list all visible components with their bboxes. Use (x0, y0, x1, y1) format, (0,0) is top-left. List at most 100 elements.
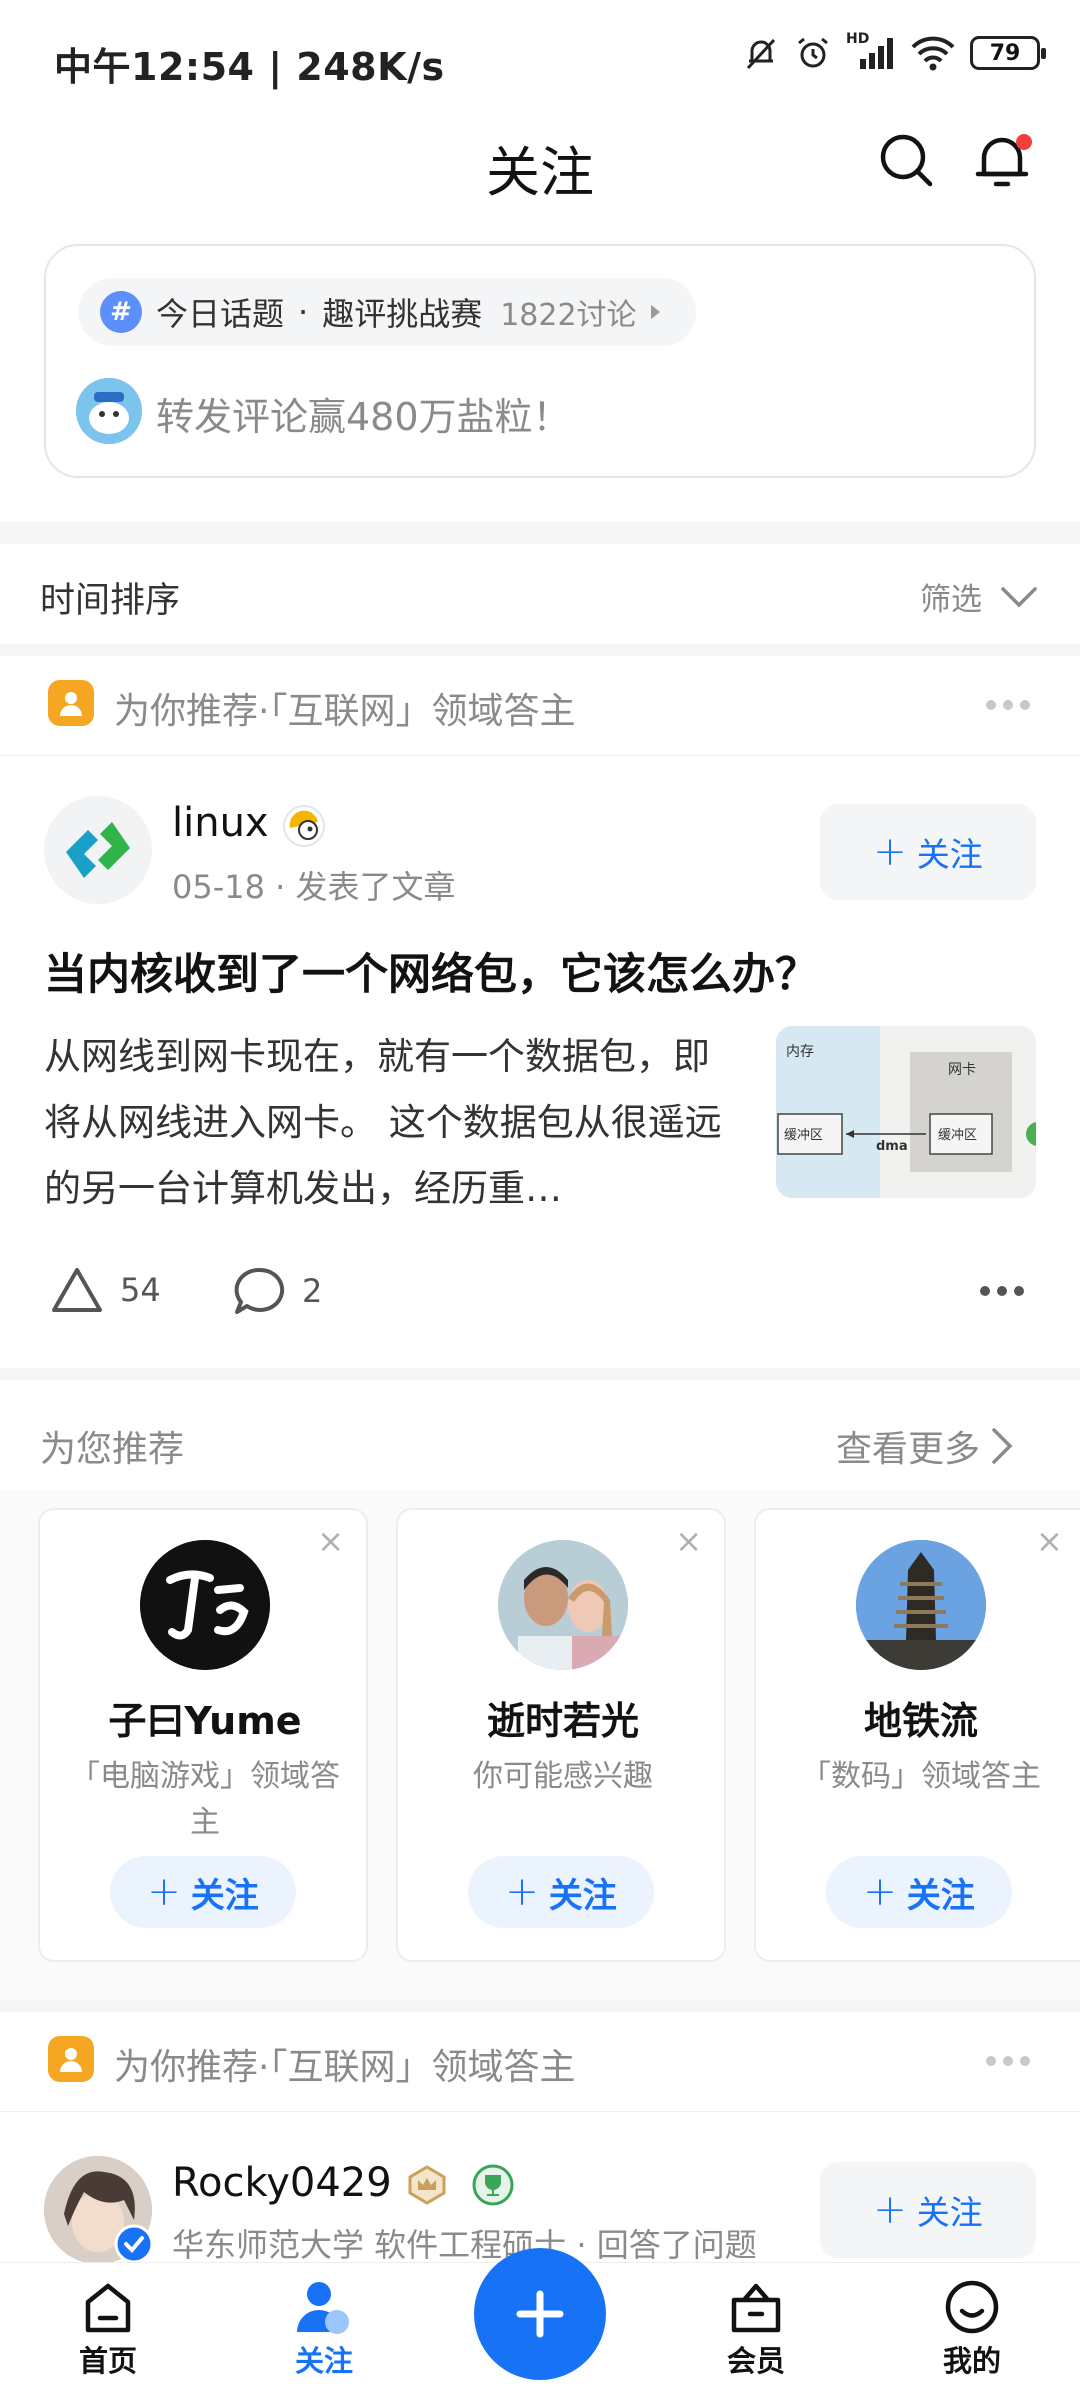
chevron-down-icon (1001, 586, 1037, 607)
plus-icon: + (505, 1869, 539, 1915)
battery-icon: 79 (970, 36, 1046, 70)
upvote-icon (52, 1268, 102, 1312)
article-title[interactable]: 当内核收到了一个网络包，它该怎么办？ (44, 940, 818, 1002)
today-topic-pill[interactable]: # 今日话题 · 趣评挑战赛 1822讨论 (78, 278, 696, 346)
plus-icon (516, 2290, 564, 2338)
follow-label: 关注 (916, 2193, 983, 2232)
search-icon (880, 134, 933, 187)
follow-button[interactable]: + 关注 (820, 804, 1036, 900)
nav-vip-label: 会员 (726, 2344, 785, 2378)
close-icon[interactable]: × (317, 1522, 344, 1560)
vip-bag-icon (731, 2283, 781, 2333)
suggestion-card[interactable]: × 地铁流 「数码」领域答主 + 关注 (754, 1508, 1080, 1962)
crown-badge-icon (408, 2165, 446, 2205)
filter-button[interactable]: 筛选 (920, 574, 1038, 619)
nav-mine-label: 我的 (942, 2344, 1001, 2378)
thumb-buffer-label-2: 缓冲区 (938, 1128, 977, 1143)
article-excerpt[interactable]: 从网线到网卡现在，就有一个数据包，即将从网线进入网卡。 这个数据包从很遥远的另一… (44, 1024, 744, 1222)
mascot-avatar (76, 378, 142, 444)
plus-icon: + (873, 2187, 907, 2233)
status-time: 中午12:54 | 248K/s (54, 45, 445, 89)
badge-icon (283, 805, 325, 847)
sort-label[interactable]: 时间排序 (40, 572, 180, 623)
create-button[interactable] (474, 2248, 606, 2380)
author-name[interactable]: linux (172, 800, 269, 846)
follow-label: 关注 (916, 835, 983, 874)
more-options-icon[interactable] (986, 2056, 1030, 2066)
topic-name: 趣评挑战赛 (322, 295, 483, 333)
post-more-icon[interactable] (980, 1286, 1024, 1296)
topic-label: 今日话题 (156, 295, 285, 333)
author-name[interactable]: Rocky0429 (172, 2160, 392, 2206)
suggestion-avatar[interactable] (856, 1540, 986, 1670)
close-icon[interactable]: × (675, 1522, 702, 1560)
suggestion-desc: 你可能感兴趣 (473, 1759, 653, 1794)
recommend-text: 为你推荐·「互联网」领域答主 (114, 691, 576, 732)
suggestion-follow-button[interactable]: + 关注 (110, 1856, 296, 1928)
thumb-dma-label: dma (876, 1139, 908, 1154)
suggestion-follow-label: 关注 (190, 1875, 259, 1916)
wifi-icon (911, 36, 955, 71)
home-icon (85, 2283, 131, 2333)
divider (0, 1368, 1080, 1380)
recommend-text: 为你推荐·「互联网」领域答主 (114, 2047, 576, 2088)
like-count: 54 (120, 1271, 161, 1309)
plus-icon: + (147, 1869, 181, 1915)
suggestion-follow-button[interactable]: + 关注 (826, 1856, 1012, 1928)
promo-text[interactable]: 转发评论赢480万盐粒！ (156, 386, 571, 441)
nav-follow[interactable]: 关注 (254, 2278, 394, 2380)
suggestion-avatar[interactable] (498, 1540, 628, 1670)
close-icon[interactable]: × (1036, 1522, 1063, 1560)
nav-mine[interactable]: 我的 (902, 2278, 1042, 2380)
nav-home[interactable]: 首页 (38, 2278, 178, 2380)
suggestion-follow-button[interactable]: + 关注 (468, 1856, 654, 1928)
comment-icon (234, 1267, 285, 1314)
nav-home-label: 首页 (78, 2344, 137, 2378)
see-more-label: 查看更多 (836, 1429, 981, 1470)
nav-follow-label: 关注 (294, 2344, 353, 2378)
suggestion-card[interactable]: × 逝时若光 你可能感兴趣 + 关注 (396, 1508, 726, 1962)
thumb-memory-label: 内存 (786, 1044, 814, 1060)
article-thumbnail[interactable]: 内存 网卡 缓冲区 缓冲区 dma (776, 1026, 1036, 1198)
suggestion-card[interactable]: × 子曰Yume 「电脑游戏」领域答主 + 关注 (38, 1508, 368, 1962)
nav-vip[interactable]: 会员 (686, 2278, 826, 2380)
filter-label: 筛选 (920, 582, 982, 618)
suggestions-title: 为您推荐 (40, 1429, 185, 1470)
plus-icon: + (873, 829, 907, 875)
status-icons: HD 79 (742, 31, 1046, 72)
topic-count: 1822讨论 (500, 298, 637, 333)
comment-count: 2 (302, 1272, 323, 1310)
suggestion-desc: 「数码」领域答主 (801, 1759, 1041, 1794)
see-more-link[interactable]: 查看更多 (836, 1420, 1014, 1472)
profile-smile-icon (945, 2280, 999, 2334)
play-arrow-icon (650, 305, 660, 319)
post-meta: 华东师范大学 软件工程硕士 · 回答了问题 (172, 2226, 757, 2264)
divider (0, 2000, 1080, 2012)
suggestion-avatar[interactable] (140, 1540, 270, 1670)
search-button[interactable] (876, 130, 938, 192)
notification-badge (1016, 134, 1032, 150)
suggestion-name: 地铁流 (863, 1699, 978, 1743)
chevron-right-icon (992, 1428, 1013, 1464)
user-recommend-icon (48, 2036, 94, 2082)
like-button[interactable]: 54 (50, 1266, 161, 1314)
more-options-icon[interactable] (986, 700, 1030, 710)
follow-people-icon (297, 2282, 349, 2334)
suggestion-follow-label: 关注 (906, 1875, 975, 1916)
thumb-buffer-label: 缓冲区 (784, 1128, 823, 1143)
hashtag-icon: # (100, 291, 142, 333)
follow-button[interactable]: + 关注 (820, 2162, 1036, 2258)
status-bar: 中午12:54 | 248K/s HD 79 (0, 0, 1080, 120)
suggestion-name: 逝时若光 (486, 1699, 639, 1743)
post-meta: 05-18 · 发表了文章 (172, 868, 456, 906)
trophy-badge-icon (472, 2164, 514, 2206)
mute-bell-icon (746, 38, 776, 70)
verified-icon (114, 2224, 154, 2264)
author-avatar[interactable] (44, 796, 152, 904)
plus-icon: + (863, 1869, 897, 1915)
divider (0, 644, 1080, 656)
divider (0, 522, 1080, 544)
topic-separator: · (298, 293, 309, 331)
comment-button[interactable]: 2 (232, 1266, 322, 1316)
suggestion-follow-label: 关注 (548, 1875, 617, 1916)
